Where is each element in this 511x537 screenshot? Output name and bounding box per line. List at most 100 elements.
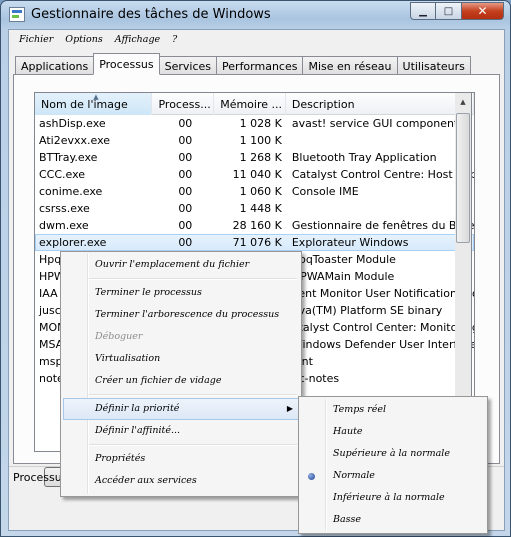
- column-header-memory[interactable]: Mémoire ...: [214, 93, 286, 115]
- tab-mise-en-reseau[interactable]: Mise en réseau: [302, 56, 398, 75]
- priority-option[interactable]: Normale: [299, 465, 487, 487]
- cell-description: aint: [291, 355, 313, 368]
- menu-item-label: Ouvrir l'emplacement du fichier: [95, 259, 250, 270]
- column-header-cpu[interactable]: Process...: [152, 93, 215, 115]
- cell-cpu: 00: [178, 219, 193, 232]
- task-manager-icon: [9, 7, 25, 22]
- context-menu-item[interactable]: Ouvrir l'emplacement du fichier: [61, 254, 301, 276]
- cell-memory: 1 100 K: [239, 134, 282, 147]
- priority-option[interactable]: Basse: [299, 509, 487, 531]
- table-row[interactable]: csrss.exe 00 1 448 K: [35, 200, 474, 217]
- menu-item-label: Supérieure à la normale: [333, 448, 450, 459]
- context-menu-item[interactable]: Définir l'affinité...: [61, 420, 301, 442]
- menu-fichier[interactable]: Fichier: [15, 34, 57, 45]
- table-row[interactable]: conime.exe 00 1 060 K Console IME: [35, 183, 474, 200]
- cell-image-name: Ati2evxx.exe: [39, 134, 111, 147]
- cell-description: avast! service GUI component: [291, 117, 459, 130]
- cell-image-name: ashDisp.exe: [39, 117, 106, 130]
- menu-item-label: Terminer l'arborescence du processus: [95, 309, 280, 320]
- menu-item-label: Accéder aux services: [95, 475, 197, 486]
- tab-applications[interactable]: Applications: [15, 56, 95, 75]
- priority-option[interactable]: Inférieure à la normale: [299, 487, 487, 509]
- menu-item-label: Basse: [333, 514, 362, 525]
- tab-utilisateurs[interactable]: Utilisateurs: [396, 56, 471, 75]
- menu-item-label: Haute: [333, 426, 363, 437]
- cell-description: [286, 200, 474, 217]
- priority-option[interactable]: Supérieure à la normale: [299, 443, 487, 465]
- minimize-button[interactable]: ▁: [410, 2, 436, 20]
- table-row[interactable]: BTTray.exe 00 1 268 K Bluetooth Tray Applic…: [35, 149, 474, 166]
- cell-description: Gestionnaire de fenêtres du Bureau: [291, 219, 474, 232]
- cell-description: HPWAMain Module: [291, 270, 395, 283]
- context-menu-item[interactable]: Virtualisation: [61, 348, 301, 370]
- cell-description: Explorateur Windows: [291, 236, 409, 249]
- submenu-arrow-icon: ▶: [286, 404, 293, 413]
- close-button[interactable]: ✕: [462, 2, 504, 20]
- status-processes-count: Processu: [13, 471, 62, 484]
- cell-cpu: 00: [178, 202, 193, 215]
- priority-option[interactable]: Haute: [299, 421, 487, 443]
- menu-affichage[interactable]: Affichage: [111, 34, 164, 45]
- maximize-icon: □: [443, 5, 454, 17]
- context-menu-item: Déboguer: [61, 326, 301, 348]
- caption-buttons: ▁ □ ✕: [410, 2, 504, 20]
- menu-item-label: Créer un fichier de vidage: [95, 375, 222, 386]
- menu-item-label: Définir la priorité: [95, 403, 180, 414]
- menu-options[interactable]: Options: [61, 34, 106, 45]
- cell-description: ava(TM) Platform SE binary: [291, 304, 443, 317]
- menu-item-label: Inférieure à la normale: [333, 492, 445, 503]
- cell-description: oc-notes: [291, 372, 340, 385]
- cell-memory: 1 268 K: [239, 151, 282, 164]
- table-row-selected[interactable]: explorer.exe 00 71 076 K Explorateur Window…: [35, 234, 474, 251]
- context-menu-item[interactable]: Accéder aux services: [61, 470, 301, 492]
- cell-description: vent Monitor User Notification Tool: [291, 287, 474, 300]
- context-menu-item[interactable]: Définir la priorité ▶: [63, 398, 299, 420]
- column-label: Process...: [158, 97, 211, 111]
- close-icon: ✕: [477, 4, 488, 18]
- cell-memory: 71 076 K: [232, 236, 282, 249]
- sort-ascending-icon: ▲: [93, 93, 99, 101]
- cell-memory: 1 060 K: [239, 185, 282, 198]
- radio-checked-icon: [308, 473, 315, 480]
- tab-processus[interactable]: Processus: [93, 53, 160, 75]
- cell-cpu: 00: [178, 134, 193, 147]
- table-row[interactable]: dwm.exe 00 28 160 K Gestionnaire de fenêtre…: [35, 217, 474, 234]
- context-menu-item[interactable]: Créer un fichier de vidage: [61, 370, 301, 392]
- title-bar[interactable]: Gestionnaire des tâches de Windows ▁ □ ✕: [1, 1, 510, 29]
- scroll-up-arrow-icon[interactable]: ▲: [455, 93, 471, 110]
- column-label: Description: [291, 97, 355, 111]
- menu-item-label: Virtualisation: [95, 353, 161, 364]
- cell-cpu: 00: [178, 168, 193, 181]
- table-row[interactable]: Ati2evxx.exe 00 1 100 K: [35, 132, 474, 149]
- menu-help[interactable]: ?: [168, 34, 181, 45]
- cell-cpu: 00: [178, 151, 193, 164]
- column-header-image-name[interactable]: ▲ Nom de l'image: [35, 93, 153, 115]
- context-menu-item[interactable]: Terminer l'arborescence du processus: [61, 304, 301, 326]
- scrollbar-thumb[interactable]: [456, 113, 470, 243]
- window-title: Gestionnaire des tâches de Windows: [31, 7, 271, 22]
- minimize-icon: ▁: [419, 5, 427, 17]
- cell-description: [286, 132, 474, 149]
- table-row[interactable]: ashDisp.exe 00 1 028 K avast! service GUI c…: [35, 115, 474, 132]
- priority-option[interactable]: Temps réel: [299, 399, 487, 421]
- cell-image-name: BTTray.exe: [39, 151, 98, 164]
- cell-image-name: conime.exe: [39, 185, 103, 198]
- tab-strip: Applications Processus Services Performa…: [15, 53, 471, 75]
- tab-services[interactable]: Services: [158, 56, 218, 75]
- menu-item-label: Terminer le processus: [95, 287, 202, 298]
- tab-performances[interactable]: Performances: [216, 56, 304, 75]
- menu-item-label: Définir l'affinité...: [95, 425, 181, 436]
- cell-image-name: explorer.exe: [39, 236, 107, 249]
- cell-description: atalyst Control Center: Monitoring: [291, 321, 474, 334]
- cell-cpu: 00: [178, 117, 193, 130]
- context-menu-item[interactable]: Propriétés: [61, 448, 301, 470]
- maximize-button[interactable]: □: [436, 2, 462, 20]
- cell-description: Bluetooth Tray Application: [291, 151, 437, 164]
- context-menu-item[interactable]: Terminer le processus: [61, 282, 301, 304]
- cell-memory: 1 448 K: [239, 202, 282, 215]
- column-label: Nom de l'image: [41, 97, 128, 111]
- cell-description: Windows Defender User Interface: [291, 338, 474, 351]
- column-header-description[interactable]: Description: [286, 93, 474, 115]
- cell-memory: 28 160 K: [232, 219, 282, 232]
- table-row[interactable]: CCC.exe 00 11 040 K Catalyst Control Centre…: [35, 166, 474, 183]
